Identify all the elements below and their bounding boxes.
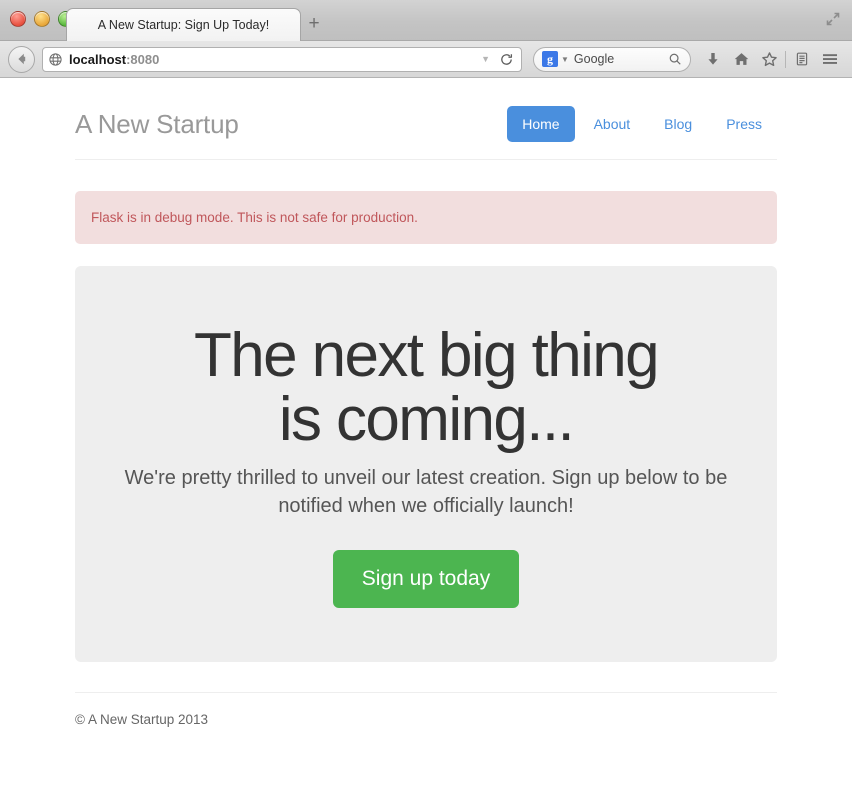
search-input[interactable]: Google — [574, 52, 668, 66]
search-icon[interactable] — [668, 52, 682, 66]
search-engine-chevron-down-icon[interactable]: ▼ — [561, 55, 569, 64]
site-footer: © A New Startup 2013 — [75, 692, 777, 727]
sign-up-button[interactable]: Sign up today — [332, 550, 520, 609]
url-input[interactable]: localhost:8080 — [69, 52, 481, 67]
google-icon: g — [542, 51, 558, 67]
site-header: A New Startup Home About Blog Press — [75, 106, 777, 160]
menu-hamburger-icon[interactable] — [816, 47, 844, 71]
search-bar[interactable]: g ▼ Google — [533, 46, 691, 72]
fullscreen-icon[interactable] — [825, 11, 841, 27]
reader-list-icon[interactable] — [788, 47, 816, 71]
main-nav: Home About Blog Press — [507, 106, 777, 142]
hero-title: The next big thing is coming... — [115, 321, 737, 455]
bookmark-star-icon[interactable] — [755, 47, 783, 71]
chevron-down-icon[interactable]: ▼ — [481, 54, 490, 64]
debug-alert: Flask is in debug mode. This is not safe… — [75, 191, 777, 244]
url-port: :8080 — [126, 51, 160, 67]
reload-icon[interactable] — [499, 52, 514, 67]
url-host: localhost — [69, 51, 127, 67]
page-content: A New Startup Home About Blog Press Flas… — [0, 78, 852, 801]
browser-window: A New Startup: Sign Up Today! + localhos… — [0, 0, 852, 801]
hero-subtitle: We're pretty thrilled to unveil our late… — [124, 466, 728, 517]
page-container: A New Startup Home About Blog Press Flas… — [75, 78, 777, 727]
window-controls — [10, 11, 74, 27]
toolbar-divider — [785, 50, 786, 68]
hero-title-line2: is coming... — [278, 385, 575, 455]
globe-icon — [48, 52, 63, 67]
hero-jumbotron: The next big thing is coming... We're pr… — [75, 266, 777, 663]
nav-item-about[interactable]: About — [579, 106, 646, 142]
footer-copyright: © A New Startup 2013 — [75, 712, 209, 728]
browser-tab-title: A New Startup: Sign Up Today! — [97, 18, 270, 32]
browser-toolbar: localhost:8080 ▼ g ▼ Google — [0, 41, 852, 78]
home-icon[interactable] — [727, 47, 755, 71]
back-button[interactable] — [8, 45, 35, 73]
new-tab-button[interactable]: + — [302, 13, 326, 37]
browser-titlebar: A New Startup: Sign Up Today! + — [0, 0, 852, 41]
toolbar-icons — [699, 47, 844, 71]
browser-tab[interactable]: A New Startup: Sign Up Today! — [66, 8, 301, 41]
minimize-window-button[interactable] — [34, 11, 50, 27]
hero-title-line1: The next big thing — [193, 321, 660, 390]
url-bar[interactable]: localhost:8080 ▼ — [42, 46, 522, 72]
nav-item-home[interactable]: Home — [507, 106, 575, 142]
close-window-button[interactable] — [10, 11, 26, 27]
nav-item-press[interactable]: Press — [711, 106, 777, 142]
debug-alert-message: Flask is in debug mode. This is not safe… — [91, 210, 418, 225]
site-brand[interactable]: A New Startup — [75, 109, 239, 140]
nav-item-blog[interactable]: Blog — [649, 106, 707, 142]
downloads-icon[interactable] — [699, 47, 727, 71]
